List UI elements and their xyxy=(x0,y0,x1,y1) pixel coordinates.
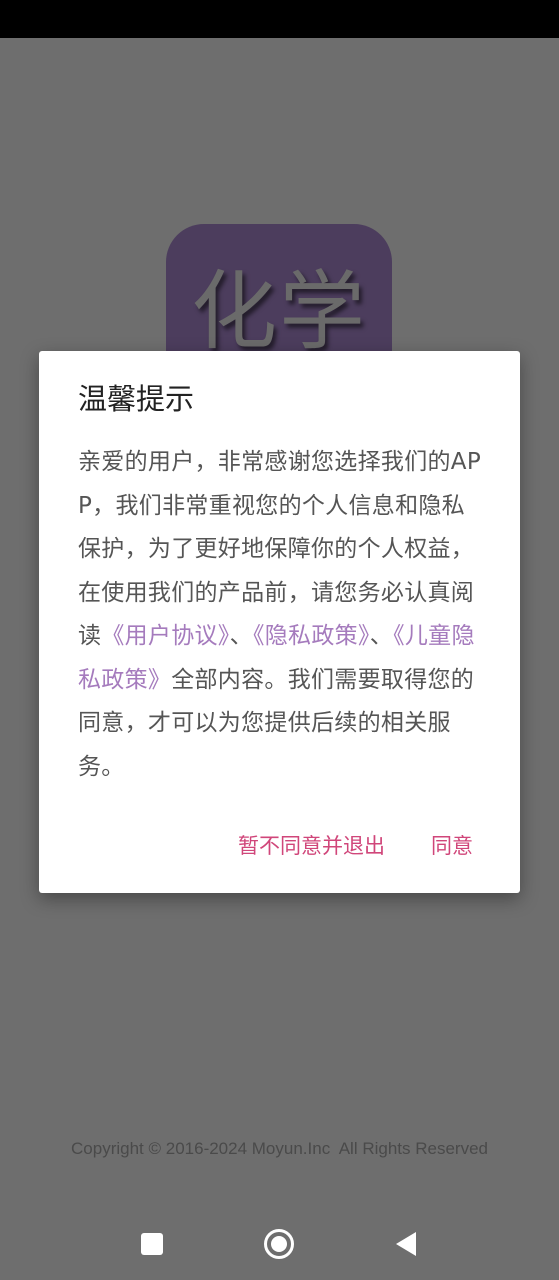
home-button[interactable] xyxy=(257,1222,301,1266)
triangle-back-icon xyxy=(396,1232,416,1256)
back-button[interactable] xyxy=(384,1222,428,1266)
status-bar xyxy=(0,0,559,38)
privacy-dialog: 温馨提示 亲爱的用户，非常感谢您选择我们的APP，我们非常重视您的个人信息和隐私… xyxy=(39,351,520,893)
user-agreement-link[interactable]: 《用户协议》 xyxy=(101,623,229,649)
agree-button[interactable]: 同意 xyxy=(431,829,473,863)
dialog-title: 温馨提示 xyxy=(78,382,195,416)
circle-home-icon xyxy=(264,1229,294,1259)
system-navigation-bar xyxy=(0,1208,559,1280)
dialog-body: 亲爱的用户，非常感谢您选择我们的APP，我们非常重视您的个人信息和隐私保护，为了… xyxy=(78,441,488,789)
square-recents-icon xyxy=(141,1233,163,1255)
app-logo-text: 化学 xyxy=(191,262,367,362)
copyright-text: Copyright © 2016-2024 Moyun.Inc All Righ… xyxy=(71,1139,488,1158)
separator: 、 xyxy=(229,623,253,649)
separator: 、 xyxy=(369,623,394,649)
decline-and-exit-button[interactable]: 暂不同意并退出 xyxy=(238,829,385,863)
dialog-body-intro: 亲爱的用户，非常感谢您选择我们的APP，我们非常重视您的个人信息和隐私保护，为了… xyxy=(78,449,482,649)
privacy-policy-link[interactable]: 《隐私政策》 xyxy=(253,623,370,649)
dialog-actions: 暂不同意并退出 同意 xyxy=(238,829,473,863)
recents-button[interactable] xyxy=(130,1222,174,1266)
